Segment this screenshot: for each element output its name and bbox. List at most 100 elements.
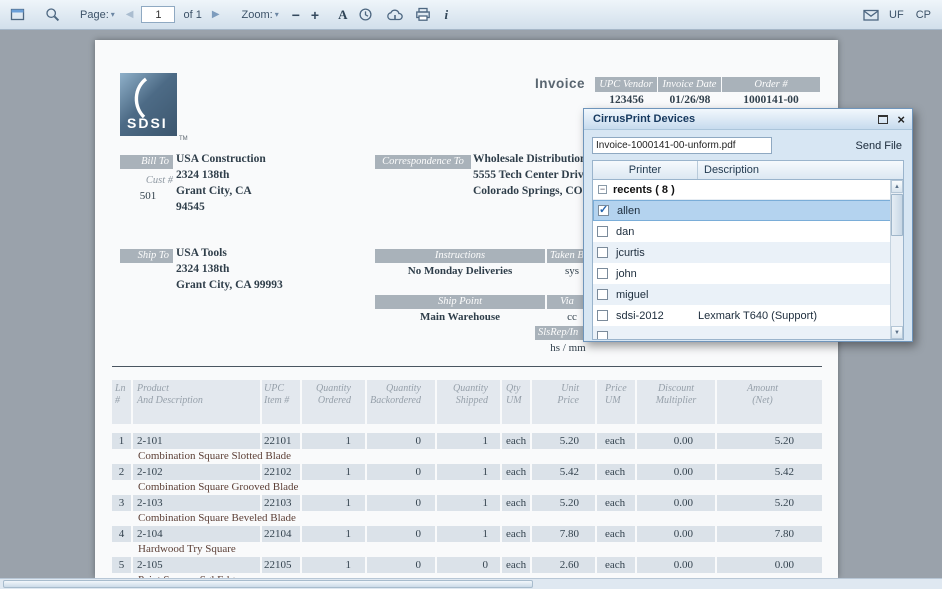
cust-number-label: Cust # bbox=[123, 175, 173, 186]
printer-checkbox[interactable] bbox=[597, 331, 608, 340]
printer-row-john[interactable]: john bbox=[593, 263, 903, 284]
printer-checkbox[interactable] bbox=[597, 247, 608, 258]
items-table-body: 12-10122101101each5.20each0.005.20 Combi… bbox=[112, 433, 822, 578]
col-header-backordered: Quantity Backordered bbox=[367, 380, 437, 424]
page-label: Page: bbox=[80, 9, 109, 21]
item-line-values: 52-10522105100each2.60each0.000.00 bbox=[112, 557, 822, 573]
meta-value: 1000141-00 bbox=[722, 92, 820, 108]
scroll-up-icon[interactable]: ▲ bbox=[891, 180, 903, 193]
history-icon[interactable] bbox=[356, 6, 376, 24]
section-divider bbox=[112, 366, 822, 367]
mail-icon[interactable] bbox=[861, 6, 881, 24]
invoice-item-row: 12-10122101101each5.20each0.005.20 Combi… bbox=[112, 433, 822, 464]
slsrep-value: hs / mm bbox=[535, 342, 601, 354]
maximize-icon[interactable] bbox=[878, 115, 888, 124]
search-icon[interactable] bbox=[42, 6, 62, 24]
dialog-title: CirrusPrint Devices bbox=[593, 113, 878, 125]
horizontal-scroll-thumb[interactable] bbox=[3, 580, 533, 588]
ship-point-value: Main Warehouse bbox=[375, 311, 545, 323]
printer-name: allen bbox=[617, 205, 699, 217]
collapse-icon[interactable]: − bbox=[598, 185, 607, 194]
info-icon[interactable]: i bbox=[445, 7, 449, 23]
text-select-icon[interactable]: A bbox=[338, 7, 347, 23]
logo-text: SDSI bbox=[127, 115, 168, 131]
col-header-amount: Amount (Net) bbox=[717, 380, 822, 424]
printer-name: dan bbox=[616, 226, 698, 238]
instructions-value: No Monday Deliveries bbox=[375, 265, 545, 277]
via-label: Via bbox=[547, 295, 587, 309]
invoice-item-row: 52-10522105100each2.60each0.000.00 Paint… bbox=[112, 557, 822, 578]
printer-name: miguel bbox=[616, 289, 698, 301]
bill-to-label: Bill To bbox=[120, 155, 173, 169]
meta-value: 01/26/98 bbox=[658, 92, 722, 108]
send-file-button[interactable]: Send File bbox=[856, 140, 904, 152]
printer-row-jcurtis[interactable]: jcurtis bbox=[593, 242, 903, 263]
printer-name: john bbox=[616, 268, 698, 280]
printer-checkbox[interactable] bbox=[597, 289, 608, 300]
cust-number-value: 501 bbox=[123, 190, 173, 202]
uf-button[interactable]: UF bbox=[889, 9, 904, 21]
prev-page-button[interactable]: ◀ bbox=[126, 9, 134, 20]
correspondence-address: Wholesale Distribution C 5555 Tech Cente… bbox=[473, 151, 598, 199]
item-description: Hardwood Try Square bbox=[112, 542, 822, 557]
col-header-discount: Discount Multiplier bbox=[637, 380, 717, 424]
printer-checkbox[interactable] bbox=[598, 205, 609, 216]
printer-row-allen[interactable]: allen bbox=[593, 200, 903, 221]
meta-header: Order # bbox=[722, 77, 820, 92]
col-header-upc: UPC Item # bbox=[262, 380, 302, 424]
meta-header: Invoice Date bbox=[658, 77, 722, 92]
col-header-unit-price: Unit Price bbox=[532, 380, 597, 424]
printer-checkbox[interactable] bbox=[597, 268, 608, 279]
cp-button[interactable]: CP bbox=[916, 9, 931, 21]
page-dropdown-caret-icon[interactable]: ▾ bbox=[111, 10, 115, 19]
close-icon[interactable]: × bbox=[897, 113, 905, 126]
zoom-out-button[interactable]: − bbox=[292, 7, 300, 23]
item-line-values: 22-10222102101each5.42each0.005.42 bbox=[112, 464, 822, 480]
recents-group-row[interactable]: − recents ( 8 ) bbox=[593, 180, 903, 200]
sdsi-logo: SDSI bbox=[120, 73, 177, 136]
page-total-label: of 1 bbox=[183, 9, 201, 21]
ship-point-label: Ship Point bbox=[375, 295, 545, 309]
scroll-thumb[interactable] bbox=[891, 194, 903, 236]
printer-description: Lexmark T640 (Support) bbox=[698, 310, 889, 322]
logo-trademark: TM bbox=[179, 136, 188, 142]
printer-row-sdsi-2012[interactable]: sdsi-2012 Lexmark T640 (Support) bbox=[593, 305, 903, 326]
page-number-input[interactable] bbox=[141, 6, 175, 23]
next-page-button[interactable]: ▶ bbox=[212, 9, 220, 20]
horizontal-scrollbar[interactable] bbox=[0, 578, 942, 589]
filename-input[interactable] bbox=[592, 137, 772, 154]
zoom-in-button[interactable]: + bbox=[311, 7, 319, 23]
printer-row-miguel[interactable]: miguel bbox=[593, 284, 903, 305]
printer-checkbox[interactable] bbox=[597, 226, 608, 237]
printer-list-header: Printer Description bbox=[592, 160, 904, 179]
dialog-body: Send File Printer Description − recents … bbox=[584, 130, 912, 340]
recents-group-label: recents ( 8 ) bbox=[613, 184, 675, 196]
print-icon[interactable] bbox=[413, 6, 433, 24]
zoom-dropdown-caret-icon[interactable]: ▾ bbox=[275, 10, 279, 19]
item-line-values: 42-10422104101each7.80each0.007.80 bbox=[112, 526, 822, 542]
item-description: Combination Square Grooved Blade bbox=[112, 480, 822, 495]
scroll-down-icon[interactable]: ▼ bbox=[891, 326, 903, 339]
cirrusprint-dialog: CirrusPrint Devices × Send File Printer … bbox=[583, 108, 913, 342]
description-column-header[interactable]: Description bbox=[698, 161, 903, 179]
printer-name: sdsi-2012 bbox=[616, 310, 698, 322]
col-header-ln: Ln # bbox=[112, 380, 133, 424]
printer-name: jcurtis bbox=[616, 247, 698, 259]
window-panel-icon[interactable] bbox=[8, 6, 28, 24]
main-toolbar: Page: ▾ ◀ of 1 ▶ Zoom: ▾ − + A i UF CP bbox=[0, 0, 942, 30]
invoice-item-row: 32-10322103101each5.20each0.005.20 Combi… bbox=[112, 495, 822, 526]
ship-to-address: USA Tools 2324 138th Grant City, CA 9999… bbox=[176, 245, 283, 293]
printer-checkbox[interactable] bbox=[597, 310, 608, 321]
list-scrollbar[interactable]: ▲ ▼ bbox=[890, 180, 903, 339]
invoice-meta-table: UPC Vendor Invoice Date Order # 123456 0… bbox=[595, 77, 820, 109]
printer-column-header[interactable]: Printer bbox=[593, 161, 698, 179]
zoom-label: Zoom: bbox=[242, 9, 273, 21]
dialog-titlebar[interactable]: CirrusPrint Devices × bbox=[584, 109, 912, 130]
printer-row-partial[interactable] bbox=[593, 326, 903, 340]
col-header-product: Product And Description bbox=[133, 380, 262, 424]
meta-header: UPC Vendor bbox=[595, 77, 658, 92]
printer-row-dan[interactable]: dan bbox=[593, 221, 903, 242]
ship-to-label: Ship To bbox=[120, 249, 173, 263]
item-line-values: 12-10122101101each5.20each0.005.20 bbox=[112, 433, 822, 449]
cloud-download-icon[interactable] bbox=[385, 6, 405, 24]
